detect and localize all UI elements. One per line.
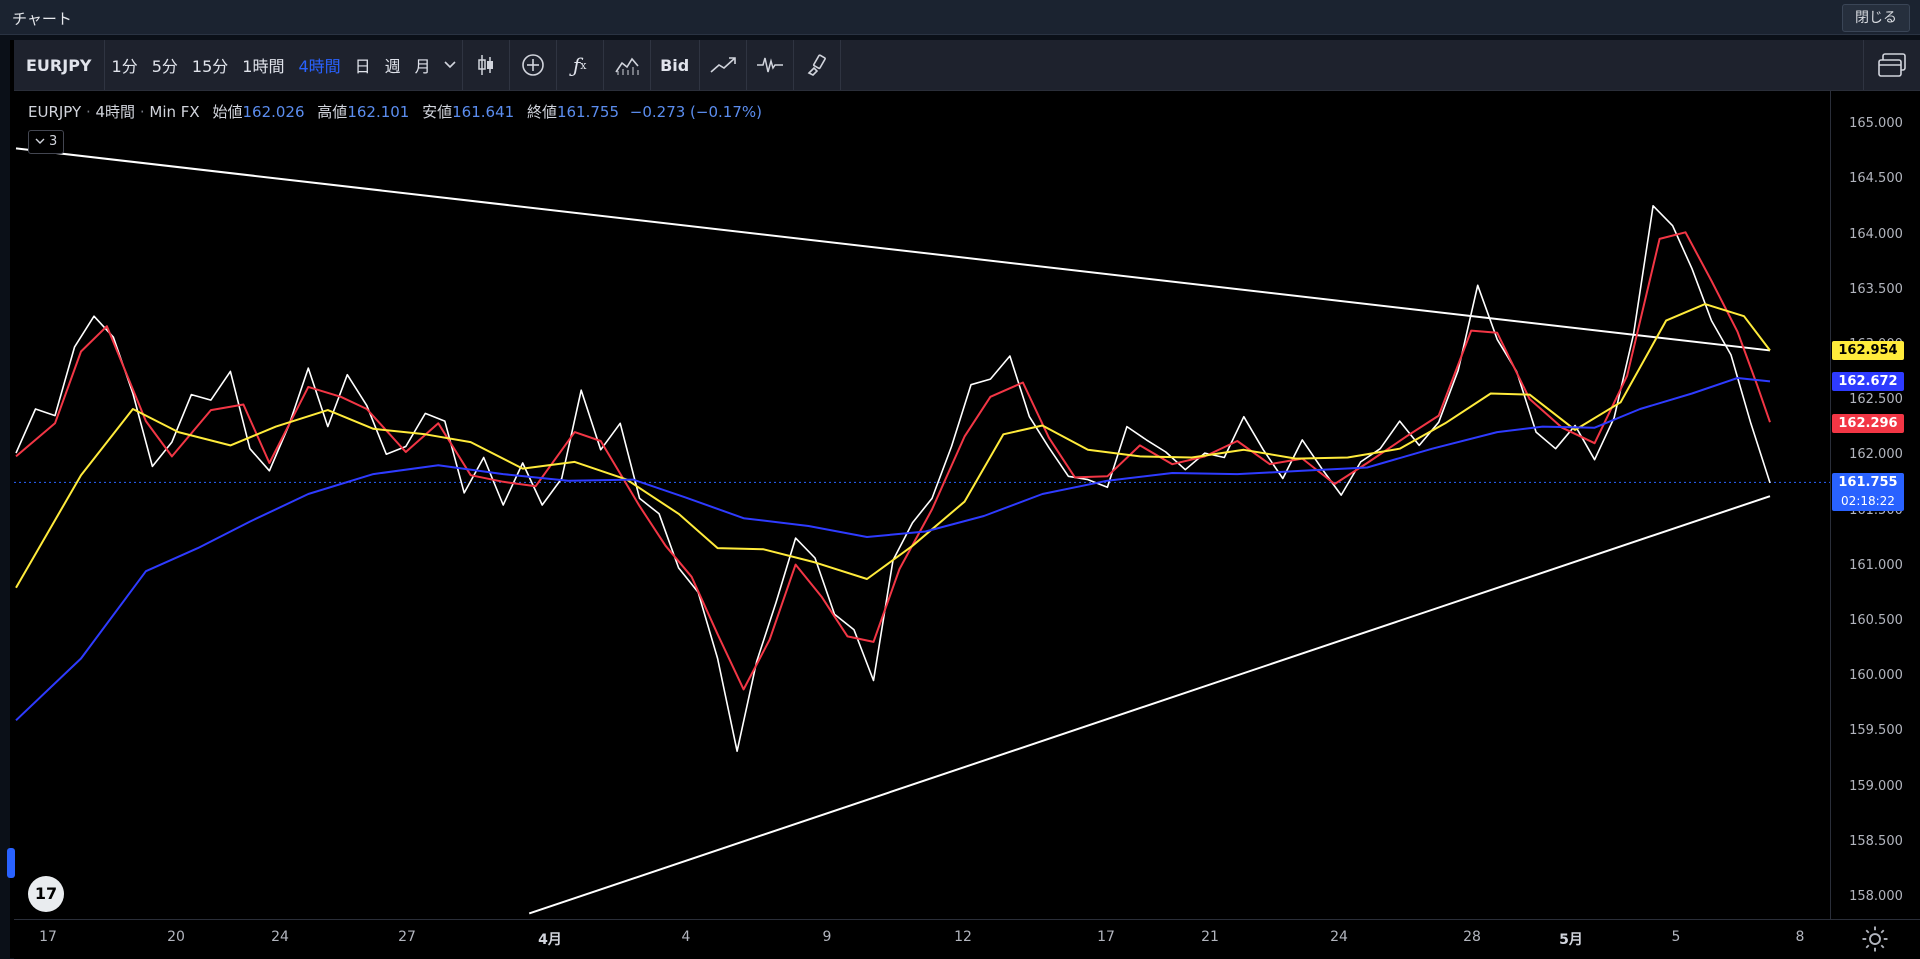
- legend-high-value: 162.101: [347, 103, 410, 121]
- price-axis-tick: 163.500: [1849, 281, 1903, 297]
- line-tool-icon[interactable]: [700, 40, 746, 90]
- time-axis-tick: 4: [681, 929, 691, 945]
- interval-5m[interactable]: 5分: [145, 40, 185, 90]
- sidebar-toggle-handle[interactable]: [7, 848, 15, 878]
- price-axis-tick: 164.500: [1849, 171, 1903, 187]
- time-axis-tick: 24: [271, 929, 289, 945]
- legend-source: Min FX: [149, 103, 200, 121]
- price-axis-tick: 159.500: [1849, 723, 1903, 739]
- close-button[interactable]: 閉じる: [1842, 4, 1910, 32]
- price-axis-tick: 160.500: [1849, 612, 1903, 628]
- trendline-0: [15, 147, 1771, 352]
- interval-dropdown-chevron-icon[interactable]: [438, 40, 462, 90]
- interval-15m[interactable]: 15分: [185, 40, 235, 90]
- interval-week[interactable]: 週: [378, 40, 408, 90]
- legend-interval: 4時間: [95, 103, 136, 121]
- chart-type-icon[interactable]: [604, 40, 650, 90]
- trendline-1: [528, 495, 1771, 915]
- time-axis-tick: 24: [1330, 929, 1348, 945]
- time-axis-tick: 17: [39, 929, 57, 945]
- legend-close-value: 161.755: [556, 103, 619, 121]
- symbol-selector[interactable]: EURJPY: [14, 40, 104, 90]
- time-axis-tick: 4月: [538, 932, 562, 948]
- chart-legend: EURJPY · 4時間 · Min FX 始値162.026 高値162.10…: [28, 103, 762, 121]
- time-axis-tick: 5: [1671, 929, 1681, 945]
- chart-toolbar: EURJPY 1分 5分 15分 1時間 4時間 日 週 月 ƒx Bid: [14, 40, 1920, 91]
- price-axis-tick: 158.000: [1849, 888, 1903, 904]
- waveform-icon[interactable]: [747, 40, 793, 90]
- legend-low-value: 161.641: [452, 103, 515, 121]
- time-axis-tick: 21: [1201, 929, 1219, 945]
- price-chart[interactable]: [14, 91, 1830, 919]
- legend-close-label: 終値: [526, 103, 557, 121]
- time-axis-tick: 17: [1097, 929, 1115, 945]
- time-axis-tick: 9: [822, 929, 832, 945]
- series-line-3: [15, 377, 1771, 722]
- price-axis-tick: 159.000: [1849, 778, 1903, 794]
- candlestick-icon[interactable]: [463, 40, 509, 90]
- legend-high-label: 高値: [317, 103, 348, 121]
- indicators-count: 3: [49, 134, 58, 149]
- chart-canvas[interactable]: [14, 91, 1830, 919]
- price-axis-tick: 160.000: [1849, 668, 1903, 684]
- interval-1h[interactable]: 1時間: [235, 40, 291, 90]
- legend-change: −0.273 (−0.17%): [629, 103, 762, 121]
- window-titlebar: チャート 閉じる: [0, 0, 1920, 35]
- price-axis-tick: 161.000: [1849, 557, 1903, 573]
- price-axis-tick: 165.000: [1849, 116, 1903, 132]
- interval-4h[interactable]: 4時間: [291, 40, 347, 90]
- brush-icon[interactable]: [794, 40, 840, 90]
- series-line-1: [15, 231, 1771, 691]
- price-axis-tick: 162.000: [1849, 447, 1903, 463]
- price-label-ma-fast: 162.296: [1832, 413, 1904, 433]
- bid-button[interactable]: Bid: [651, 40, 699, 90]
- layout-icon[interactable]: [1863, 40, 1920, 90]
- window-title: チャート: [12, 10, 72, 28]
- legend-symbol: EURJPY: [28, 103, 82, 121]
- interval-day[interactable]: 日: [348, 40, 378, 90]
- price-axis-tick: 164.000: [1849, 226, 1903, 242]
- price-label-last: 161.755 02:18:22: [1832, 473, 1904, 512]
- indicators-icon[interactable]: ƒx: [557, 40, 603, 90]
- price-label-ma-slow: 162.954: [1832, 340, 1904, 360]
- interval-month[interactable]: 月: [408, 40, 438, 90]
- chevron-down-icon: [35, 138, 45, 144]
- time-axis-tick: 28: [1463, 929, 1481, 945]
- time-axis-tick: 27: [398, 929, 416, 945]
- time-axis[interactable]: 17 20 24 27 4月 4 9 12 17 21 24 28 5月 5 8: [14, 919, 1920, 959]
- price-axis-tick: 162.500: [1849, 392, 1903, 408]
- time-axis-tick: 20: [167, 929, 185, 945]
- price-axis-tick: 158.500: [1849, 833, 1903, 849]
- legend-open-value: 162.026: [242, 103, 305, 121]
- legend-open-label: 始値: [212, 103, 243, 121]
- interval-1m[interactable]: 1分: [105, 40, 145, 90]
- time-axis-tick: 12: [954, 929, 972, 945]
- time-axis-tick: 8: [1795, 929, 1805, 945]
- tradingview-logo: 17: [28, 876, 64, 912]
- price-label-ma-long: 162.672: [1832, 372, 1904, 392]
- toolbar-divider: [839, 40, 841, 90]
- add-compare-icon[interactable]: [510, 40, 556, 90]
- time-axis-tick: 5月: [1559, 932, 1583, 948]
- settings-gear-icon[interactable]: [1860, 924, 1890, 954]
- indicators-toggle[interactable]: 3: [28, 130, 65, 154]
- legend-low-label: 安値: [422, 103, 453, 121]
- series-line-0: [15, 205, 1771, 753]
